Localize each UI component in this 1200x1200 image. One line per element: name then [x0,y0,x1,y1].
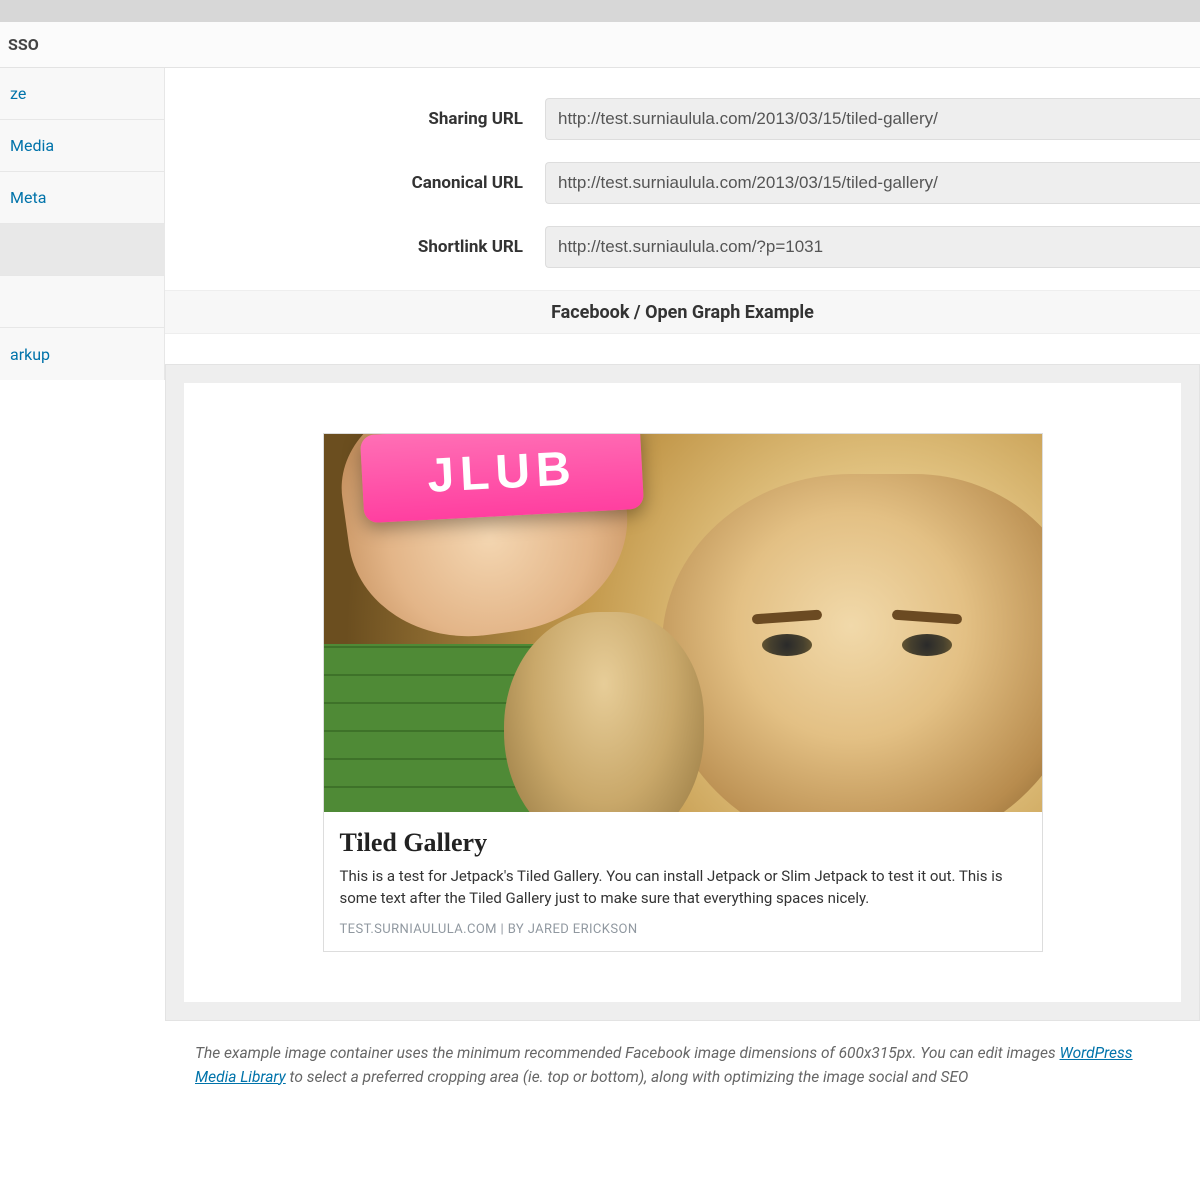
opengraph-preview-image: JLUB [324,434,1042,812]
shortlink-url-input[interactable] [545,226,1200,268]
canonical-url-input[interactable] [545,162,1200,204]
sidebar-tab-active[interactable] [0,224,165,276]
settings-tab-sidebar: ze Media Meta arkup [0,68,165,1200]
opengraph-preview-card: JLUB Tiled Gallery This is a test for Je… [323,433,1043,952]
sharing-url-input[interactable] [545,98,1200,140]
sidebar-tab-4[interactable] [0,276,165,328]
note-text-after: to select a preferred cropping area (ie.… [290,1068,969,1086]
note-text-before: The example image container uses the min… [195,1044,1059,1062]
preview-container: JLUB Tiled Gallery This is a test for Je… [165,364,1200,1021]
main-content: Sharing URL Canonical URL Shortlink URL … [165,68,1200,1200]
header-title: SSO [8,35,39,54]
canonical-url-label: Canonical URL [195,173,545,193]
sharing-url-label: Sharing URL [195,109,545,129]
sidebar-tab-meta[interactable]: Meta [0,172,165,224]
page-header-title: SSO [0,22,1200,68]
section-heading-facebook-opengraph: Facebook / Open Graph Example [165,290,1200,334]
sidebar-tab-media[interactable]: Media [0,120,165,172]
soap-bar-text: JLUB [359,434,643,523]
sidebar-tab-0[interactable]: ze [0,68,165,120]
image-dimensions-note: The example image container uses the min… [165,1021,1200,1089]
opengraph-preview-title: Tiled Gallery [340,828,1026,858]
opengraph-preview-source: TEST.SURNIAULULA.COM | BY JARED ERICKSON [340,922,1026,937]
sidebar-tab-markup[interactable]: arkup [0,328,165,380]
shortlink-url-label: Shortlink URL [195,237,545,257]
opengraph-preview-description: This is a test for Jetpack's Tiled Galle… [340,866,1026,910]
